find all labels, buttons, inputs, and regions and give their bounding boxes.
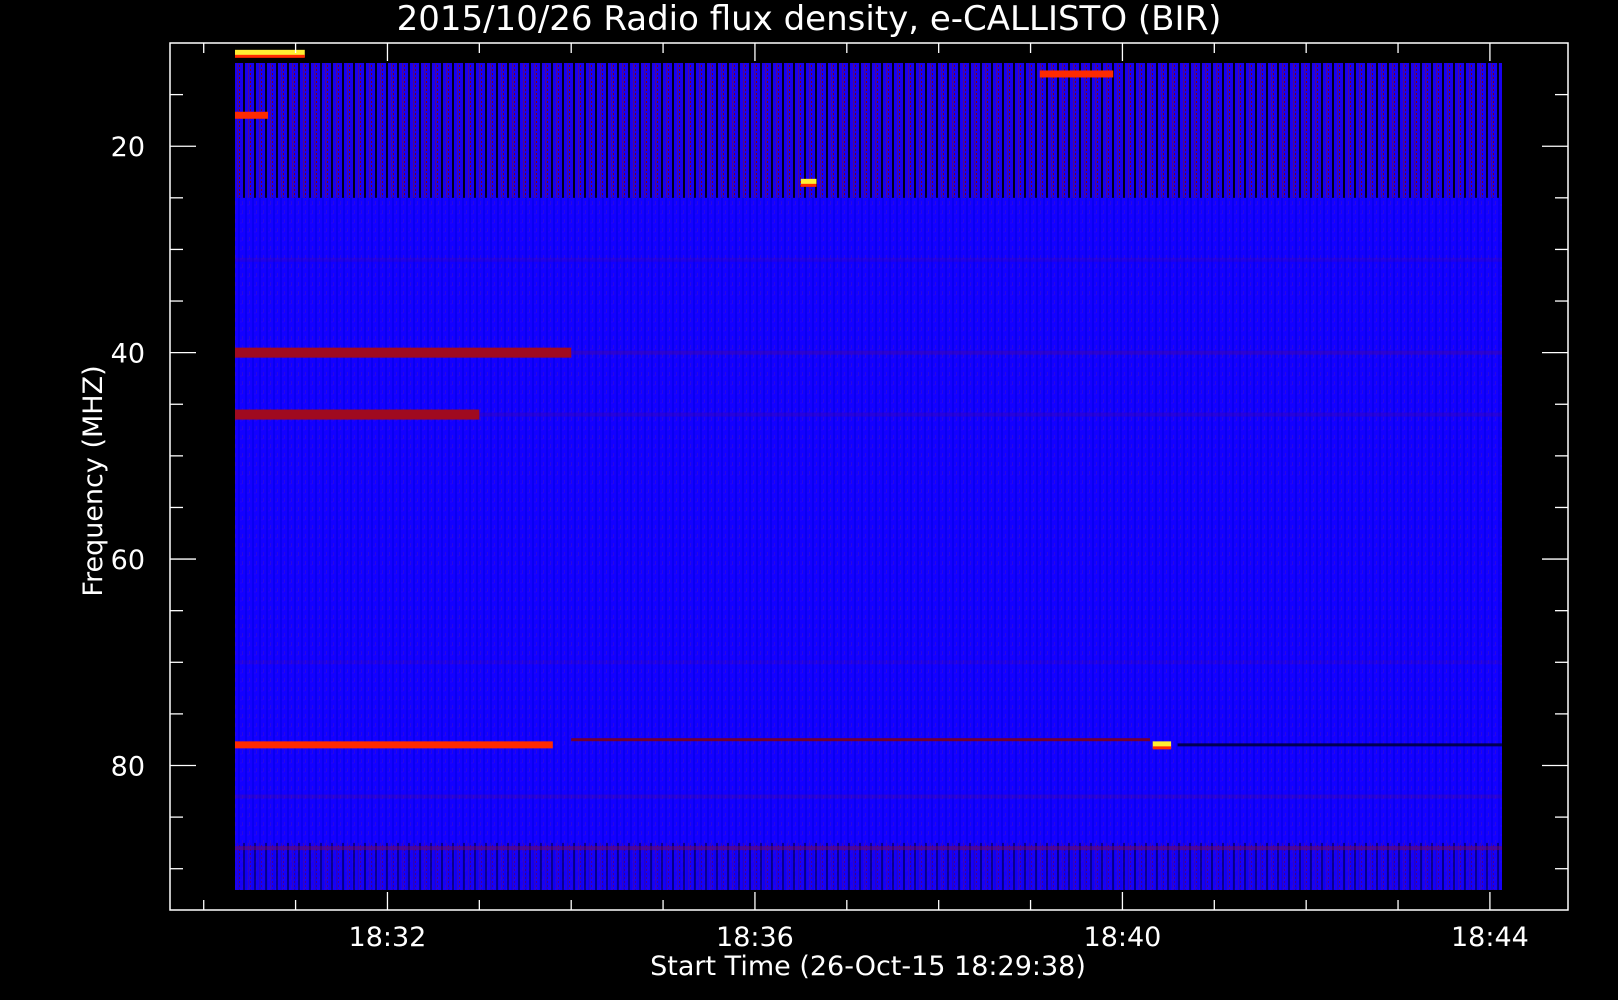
emission-feature <box>1039 70 1114 78</box>
spectrogram-heatmap <box>235 49 1502 890</box>
emission-feature <box>235 347 572 358</box>
spectrogram-chart: 2015/10/26 Radio flux density, e-CALLIST… <box>0 0 1618 1000</box>
y-axis-label: Frequency (MHZ) <box>78 365 109 596</box>
chart-title: 2015/10/26 Radio flux density, e-CALLIST… <box>397 0 1222 39</box>
x-tick-label: 18:32 <box>349 922 427 953</box>
y-tick-label: 20 <box>111 132 145 163</box>
emission-feature <box>235 409 480 420</box>
faint-emission-streak <box>235 846 1502 851</box>
y-tick-label: 60 <box>111 545 145 576</box>
faint-emission-streak <box>235 794 1502 799</box>
y-tick-label: 40 <box>111 339 145 370</box>
x-tick-label: 18:36 <box>716 922 794 953</box>
faint-emission-streak <box>235 660 1502 665</box>
emission-feature <box>235 741 553 749</box>
x-tick-label: 18:40 <box>1084 922 1162 953</box>
emission-feature-trail <box>571 738 1150 742</box>
faint-emission-streak <box>235 257 1502 262</box>
emission-feature-edge <box>1152 746 1172 750</box>
y-tick-label: 80 <box>111 752 145 783</box>
rfi-band-top <box>235 63 1502 198</box>
x-axis-label: Start Time (26-Oct-15 18:29:38) <box>650 951 1086 982</box>
emission-feature-trail <box>1177 743 1502 747</box>
x-tick-label: 18:44 <box>1451 922 1529 953</box>
emission-feature <box>235 111 269 119</box>
emission-feature-edge <box>235 54 305 58</box>
emission-feature-edge <box>800 183 817 187</box>
